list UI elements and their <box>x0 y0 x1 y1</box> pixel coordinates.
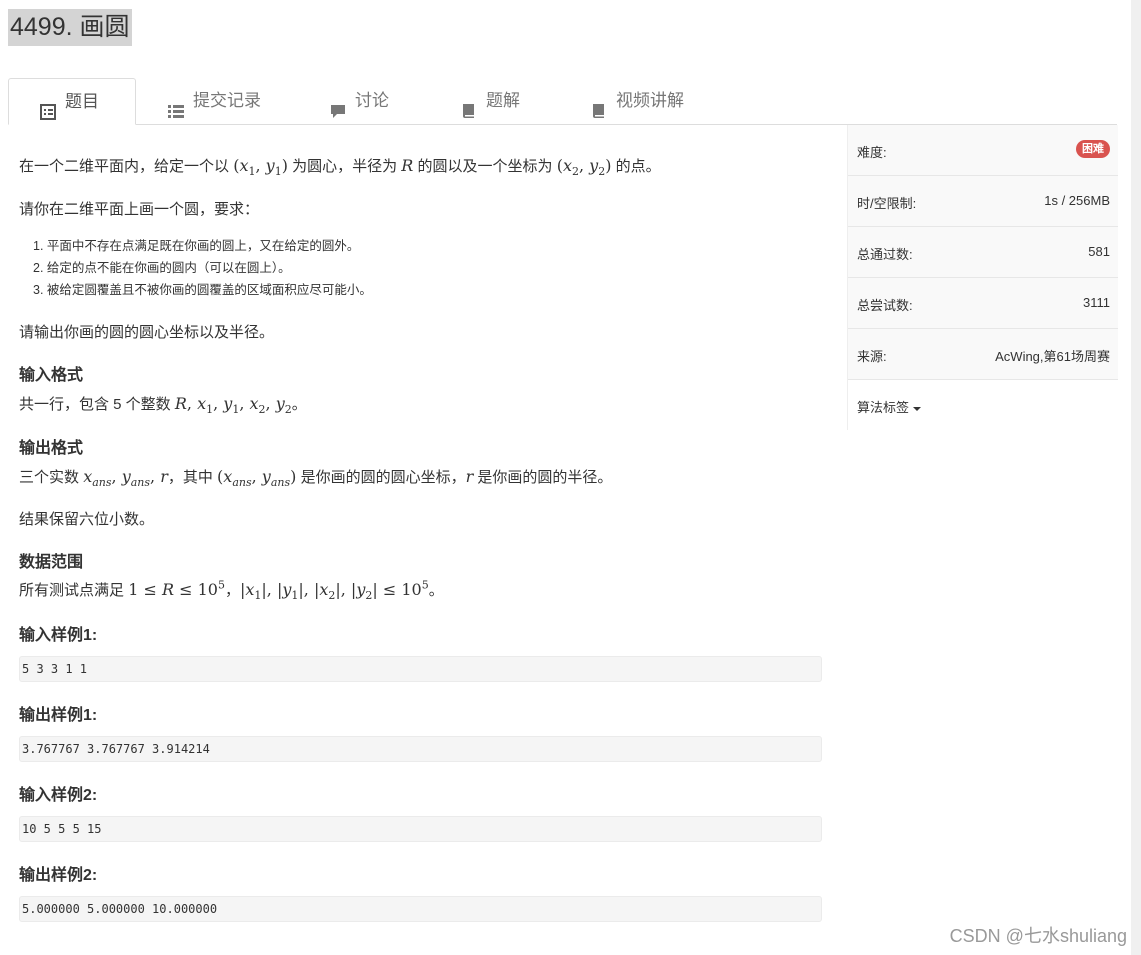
sample-heading: 输出样例1: <box>19 707 98 724</box>
text: 共一行，包含 5 个整数 <box>19 396 171 413</box>
label: 算法标签 <box>857 397 921 416</box>
sample-input-1[interactable]: 5 3 3 1 1 <box>19 656 822 682</box>
label: 总尝试数: <box>857 298 913 313</box>
sample-output-1[interactable]: 3.767767 3.767767 3.914214 <box>19 736 822 762</box>
difficulty-badge: 困难 <box>1076 140 1110 158</box>
tab-label: 提交记录 <box>193 91 261 110</box>
try-count-row: 总尝试数: 3111 <box>848 278 1118 329</box>
tab-discussion[interactable]: 讨论 <box>299 78 429 123</box>
range-desc: 所有测试点满足 1 ≤ R ≤ 105，|x1|, |y1|, |x2|, |y… <box>19 578 444 603</box>
book-icon <box>460 92 478 118</box>
section-heading: 输入格式 <box>19 367 84 384</box>
sample-input-2[interactable]: 10 5 5 5 15 <box>19 816 822 842</box>
algorithm-tags-toggle[interactable]: 算法标签 <box>848 380 1118 431</box>
text: 是你画的圆的半径。 <box>477 469 613 486</box>
label: 时/空限制: <box>857 196 917 211</box>
problem-intro: 在一个二维平面内，给定一个以 (x1, y1) 为圆心，半径为 R 的圆以及一个… <box>19 155 661 179</box>
limit-row: 时/空限制: 1s / 256MB <box>848 176 1118 227</box>
text: 为圆心，半径为 <box>292 158 398 175</box>
tab-video[interactable]: 视频讲解 <box>560 78 720 123</box>
label: 难度: <box>857 145 887 160</box>
output-request: 请输出你画的圆的圆心坐标以及半径。 <box>19 324 275 341</box>
scrollbar[interactable] <box>1131 0 1141 955</box>
input-desc: 共一行，包含 5 个整数 R, x1, y1, x2, y2。 <box>19 393 307 417</box>
watermark: CSDN @七水shuliang <box>949 926 1127 946</box>
difficulty-row: 难度: 困难 <box>848 125 1118 176</box>
list-icon <box>167 92 185 118</box>
sample-heading: 输入样例1: <box>19 627 98 644</box>
page-title: 4499. 画圆 <box>8 9 132 46</box>
list-item: 2. 给定的点不能在你画的圆内（可以在圆上）。 <box>33 261 291 275</box>
text: 在一个二维平面内，给定一个以 <box>19 158 230 175</box>
tab-label: 视频讲解 <box>616 91 684 110</box>
text: 是你画的圆的圆心坐标， <box>300 469 466 486</box>
list-item: 1. 平面中不存在点满足既在你画的圆上，又在给定的圆外。 <box>33 239 360 253</box>
source-row: 来源: AcWing,第61场周赛 <box>848 329 1118 380</box>
label: 来源: <box>857 349 887 364</box>
text: ，其中 <box>167 469 213 486</box>
math-r: R <box>401 156 414 175</box>
text: 。 <box>428 582 444 599</box>
math-range-xy: |x1|, |y1|, |x2|, |y2| ≤ 105 <box>239 578 429 603</box>
tab-bar: 题目 提交记录 讨论 题解 视频讲解 <box>8 78 1117 125</box>
caret-down-icon <box>912 406 921 411</box>
text: ， <box>224 582 240 599</box>
pass-count-row: 总通过数: 581 <box>848 227 1118 278</box>
text: 三个实数 <box>19 469 80 486</box>
value[interactable]: AcWing,第61场周赛 <box>995 346 1110 365</box>
sample-heading: 输出样例2: <box>19 867 98 884</box>
value: 581 <box>1088 244 1110 259</box>
math-output-center: (xans, yans) <box>217 467 297 490</box>
tab-label: 讨论 <box>355 91 389 110</box>
precision-note: 结果保留六位小数。 <box>19 511 155 528</box>
tab-label: 题解 <box>486 91 520 110</box>
math-output-vars: xans, yans, r <box>83 467 168 490</box>
text: 。 <box>291 396 307 413</box>
value: 3111 <box>1083 295 1110 310</box>
requirement-list: 1. 平面中不存在点满足既在你画的圆上，又在给定的圆外。 2. 给定的点不能在你… <box>33 235 372 301</box>
comment-icon <box>329 92 347 118</box>
list-alt-icon <box>39 93 57 120</box>
text: 所有测试点满足 <box>19 582 125 599</box>
math-range-r: 1 ≤ R ≤ 105 <box>128 578 225 599</box>
math-point: (x2, y2) <box>556 156 612 179</box>
requirement-intro: 请你在二维平面上画一个圆，要求： <box>19 201 260 218</box>
problem-info-panel: 难度: 困难 时/空限制: 1s / 256MB 总通过数: 581 总尝试数:… <box>847 125 1118 431</box>
tab-label: 题目 <box>65 92 99 111</box>
tab-submissions[interactable]: 提交记录 <box>137 78 297 123</box>
book-icon <box>590 92 608 118</box>
text: 的点。 <box>615 158 661 175</box>
tab-problem[interactable]: 题目 <box>8 78 136 125</box>
list-item: 3. 被给定圆覆盖且不被你画的圆覆盖的区域面积应尽可能小。 <box>33 283 372 297</box>
section-heading: 数据范围 <box>19 554 84 571</box>
math-input-vars: R, x1, y1, x2, y2 <box>174 394 292 417</box>
text: 的圆以及一个坐标为 <box>417 158 553 175</box>
sample-output-2[interactable]: 5.000000 5.000000 10.000000 <box>19 896 822 922</box>
sample-heading: 输入样例2: <box>19 787 98 804</box>
label: 总通过数: <box>857 247 913 262</box>
section-heading: 输出格式 <box>19 440 84 457</box>
math-center: (x1, y1) <box>233 156 288 179</box>
tab-solutions[interactable]: 题解 <box>430 78 558 123</box>
math-r-small: r <box>465 467 474 486</box>
output-desc: 三个实数 xans, yans, r，其中 (xans, yans) 是你画的圆… <box>19 466 613 490</box>
value: 1s / 256MB <box>1044 193 1110 208</box>
